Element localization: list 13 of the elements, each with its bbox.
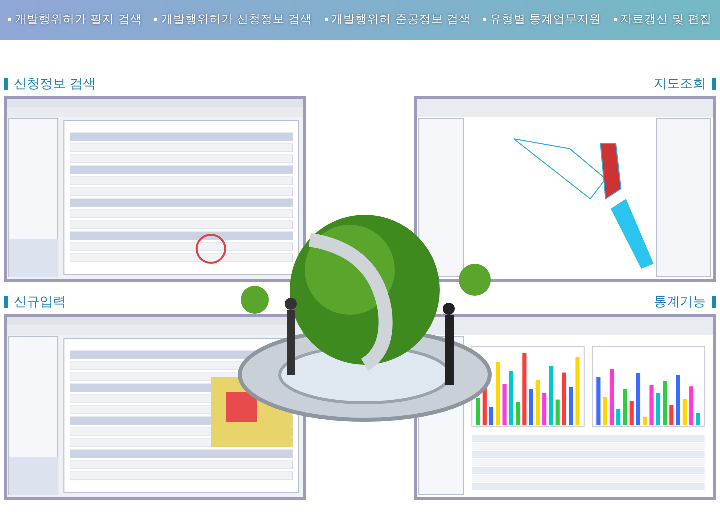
section-title: 통계기능 [654,294,706,311]
nav-link[interactable]: 유형별 통계업무지원 [482,12,602,27]
heading-marker [712,78,716,90]
heading-marker [4,296,8,308]
nav-link[interactable]: 자료갱신 및 편집 [614,12,712,27]
nav-link[interactable]: 개발행위허가 신청정보 검색 [154,12,313,27]
heading-marker [712,296,716,308]
nav-link[interactable]: 개발행위허가 필지 검색 [8,12,142,27]
section-title: 신규입력 [14,294,66,311]
heading-marker [4,78,8,90]
section-title: 지도조회 [654,76,706,93]
section-title: 신청정보 검색 [14,76,96,93]
nav-link[interactable]: 개발행위허 준공정보 검색 [324,12,471,27]
